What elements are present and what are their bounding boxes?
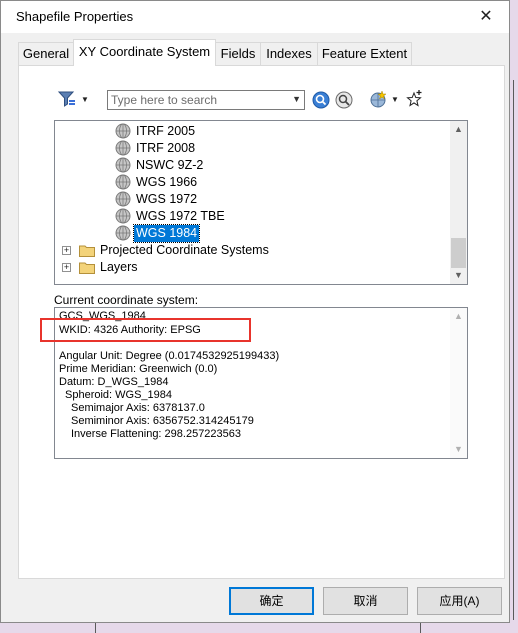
details-line: Semimajor Axis: 6378137.0 bbox=[71, 402, 205, 414]
tree-item[interactable]: ITRF 2008 bbox=[115, 140, 197, 157]
tree-item-label: NSWC 9Z-2 bbox=[136, 158, 204, 172]
background-map-bottom bbox=[0, 622, 518, 633]
tree-item-selected[interactable]: WGS 1984 bbox=[115, 224, 201, 243]
tree-item-label: Projected Coordinate Systems bbox=[100, 243, 269, 257]
tree-item-label: ITRF 2005 bbox=[136, 124, 196, 138]
tree-item-label: WGS 1966 bbox=[136, 175, 198, 189]
tab-general[interactable]: General bbox=[18, 42, 74, 65]
current-system-label: Current coordinate system: bbox=[54, 293, 199, 307]
tree-item[interactable]: WGS 1966 bbox=[115, 174, 199, 191]
properties-dialog: Shapefile Properties ✕ General XY Coordi… bbox=[0, 0, 510, 623]
map-line bbox=[420, 623, 421, 633]
tab-xy-coordinate-system[interactable]: XY Coordinate System bbox=[73, 39, 216, 66]
globe-icon bbox=[115, 208, 131, 224]
folder-icon bbox=[79, 262, 95, 274]
filter-dropdown-arrow[interactable]: ▼ bbox=[81, 95, 89, 104]
cancel-button[interactable]: 取消 bbox=[323, 587, 408, 615]
tree-folder[interactable]: + Projected Coordinate Systems bbox=[62, 242, 271, 259]
tab-fields[interactable]: Fields bbox=[215, 42, 261, 65]
globe-icon bbox=[115, 191, 131, 207]
chevron-down-icon[interactable]: ▼ bbox=[292, 94, 301, 104]
coordinate-system-tree[interactable]: ITRF 2005 ITRF 2008 NSWC 9Z-2 WGS 1966 W… bbox=[54, 120, 468, 285]
window-title: Shapefile Properties bbox=[16, 9, 134, 24]
tab-feature-extent[interactable]: Feature Extent bbox=[317, 42, 412, 65]
tree-item[interactable]: WGS 1972 TBE bbox=[115, 208, 227, 225]
scroll-up-icon[interactable]: ▲ bbox=[450, 308, 467, 325]
details-line: Datum: D_WGS_1984 bbox=[59, 376, 169, 388]
tree-item[interactable]: WGS 1972 bbox=[115, 191, 199, 208]
scroll-up-icon[interactable]: ▲ bbox=[450, 121, 467, 138]
scroll-down-icon[interactable]: ▼ bbox=[450, 441, 467, 458]
globe-icon bbox=[115, 157, 131, 173]
globe-new-icon bbox=[370, 90, 387, 108]
filter-button[interactable] bbox=[57, 90, 77, 111]
tree-item-label: Layers bbox=[100, 260, 138, 274]
tree-scrollbar[interactable]: ▲ ▼ bbox=[450, 121, 467, 284]
details-scrollbar[interactable]: ▲ ▼ bbox=[450, 308, 467, 458]
globe-icon bbox=[115, 140, 131, 156]
locate-icon bbox=[335, 91, 353, 109]
close-icon: ✕ bbox=[479, 8, 493, 25]
globe-icon bbox=[115, 123, 131, 139]
folder-icon bbox=[79, 245, 95, 257]
tree-item-label: WGS 1984 bbox=[132, 224, 201, 243]
search-button[interactable] bbox=[312, 91, 330, 112]
add-favorite-button[interactable] bbox=[405, 90, 423, 111]
tab-indexes[interactable]: Indexes bbox=[260, 42, 318, 65]
globe-icon bbox=[115, 174, 131, 190]
expand-icon[interactable]: + bbox=[62, 246, 71, 255]
details-line: Spheroid: WGS_1984 bbox=[65, 389, 173, 401]
filter-icon bbox=[57, 91, 75, 107]
details-line: Angular Unit: Degree (0.0174532925199433… bbox=[59, 350, 280, 362]
locate-button[interactable] bbox=[335, 91, 353, 112]
ok-button[interactable]: 确定 bbox=[229, 587, 314, 615]
scroll-down-icon[interactable]: ▼ bbox=[450, 267, 467, 284]
tree-folder[interactable]: + Layers bbox=[62, 259, 140, 276]
scroll-thumb[interactable] bbox=[451, 238, 466, 268]
details-line: Semiminor Axis: 6356752.314245179 bbox=[71, 415, 254, 427]
tree-item-label: WGS 1972 bbox=[136, 192, 198, 206]
tree-item-label: ITRF 2008 bbox=[136, 141, 196, 155]
map-line bbox=[95, 623, 96, 633]
details-line: Inverse Flattening: 298.257223563 bbox=[71, 428, 242, 440]
details-line: Prime Meridian: Greenwich (0.0) bbox=[59, 363, 218, 375]
add-favorite-icon bbox=[406, 90, 422, 107]
search-icon bbox=[312, 91, 330, 109]
title-bar: Shapefile Properties ✕ bbox=[1, 1, 509, 33]
expand-icon[interactable]: + bbox=[62, 263, 71, 272]
close-button[interactable]: ✕ bbox=[463, 1, 509, 33]
search-box[interactable]: ▼ bbox=[107, 90, 305, 110]
apply-button[interactable]: 应用(A) bbox=[417, 587, 502, 615]
tree-item-label: WGS 1972 TBE bbox=[136, 209, 225, 223]
annotation-highlight-box bbox=[40, 318, 251, 342]
globe-icon bbox=[115, 225, 131, 241]
new-dropdown-arrow[interactable]: ▼ bbox=[391, 95, 399, 104]
tree-item[interactable]: NSWC 9Z-2 bbox=[115, 157, 205, 174]
search-input[interactable] bbox=[108, 91, 286, 109]
tree-item[interactable]: ITRF 2005 bbox=[115, 123, 197, 140]
map-line bbox=[513, 80, 514, 620]
new-coordinate-system-button[interactable] bbox=[368, 90, 388, 113]
